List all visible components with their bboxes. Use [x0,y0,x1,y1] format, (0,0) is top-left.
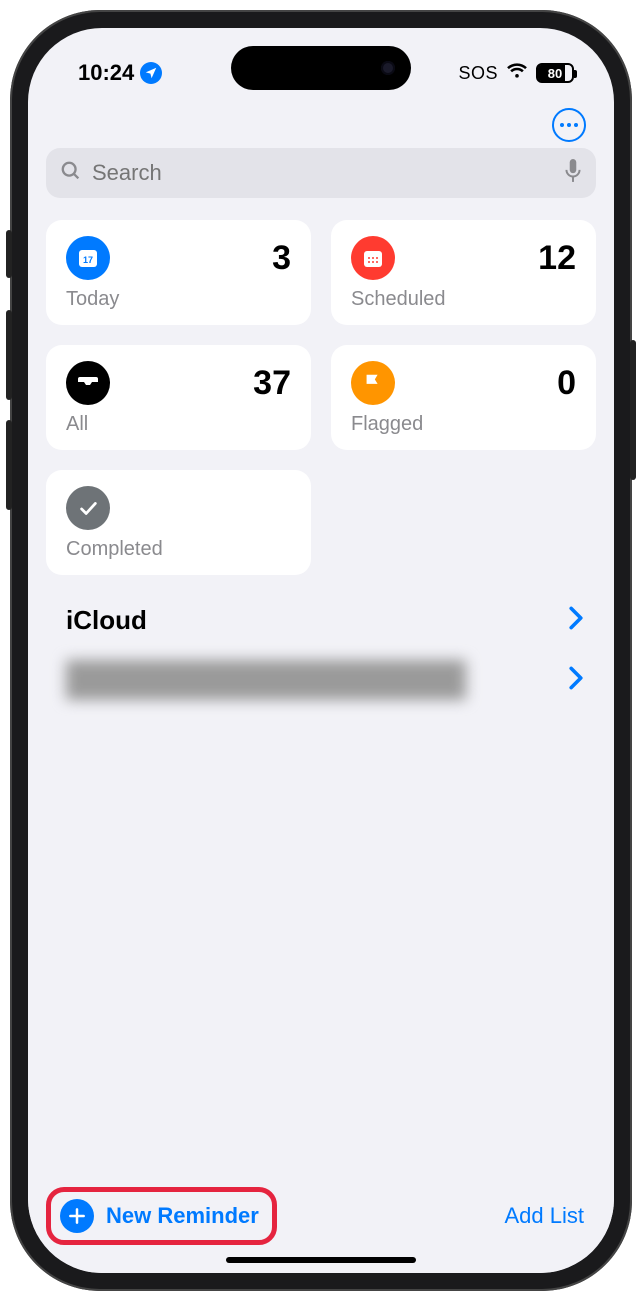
side-button [6,420,12,510]
card-flagged[interactable]: 0 Flagged [331,345,596,450]
dynamic-island [231,46,411,90]
add-list-label: Add List [505,1203,585,1228]
screen: 10:24 SOS 80 [28,28,614,1273]
plus-circle-icon [60,1199,94,1233]
inbox-icon [66,361,110,405]
card-today[interactable]: 17 3 Today [46,220,311,325]
card-scheduled-label: Scheduled [351,288,576,311]
card-all[interactable]: 37 All [46,345,311,450]
status-time: 10:24 [78,60,134,86]
new-reminder-button[interactable]: New Reminder [52,1191,273,1241]
smart-lists-grid: 17 3 Today 12 Scheduled [46,220,596,575]
card-flagged-count: 0 [557,364,576,403]
card-all-label: All [66,413,291,436]
calendar-today-icon: 17 [66,236,110,280]
chevron-right-icon [568,606,584,635]
wifi-icon [506,61,528,85]
card-today-label: Today [66,288,291,311]
add-list-button[interactable]: Add List [505,1203,591,1229]
card-completed[interactable]: Completed [46,470,311,575]
side-button [630,340,636,480]
more-options-button[interactable] [552,108,586,142]
svg-text:17: 17 [83,255,93,265]
checkmark-icon [66,486,110,530]
sos-indicator: SOS [458,63,498,84]
section-account[interactable] [46,652,596,708]
ellipsis-icon [560,123,578,127]
home-indicator[interactable] [226,1257,416,1263]
chevron-right-icon [568,666,584,695]
battery-percent: 80 [538,66,572,81]
redacted-account-label [66,660,466,700]
search-icon [60,160,82,187]
search-input[interactable] [92,160,554,186]
battery-icon: 80 [536,63,574,83]
search-field[interactable] [46,148,596,198]
side-button [6,230,12,278]
calendar-icon [351,236,395,280]
card-scheduled[interactable]: 12 Scheduled [331,220,596,325]
card-all-count: 37 [253,364,291,403]
microphone-icon[interactable] [564,159,582,188]
card-scheduled-count: 12 [538,239,576,278]
card-today-count: 3 [272,239,291,278]
flag-icon [351,361,395,405]
location-icon [140,62,162,84]
new-reminder-label: New Reminder [106,1203,259,1229]
camera-dot [381,61,395,75]
card-completed-label: Completed [66,538,291,561]
card-flagged-label: Flagged [351,413,576,436]
side-button [6,310,12,400]
section-icloud-title: iCloud [66,605,147,636]
section-icloud[interactable]: iCloud [46,587,596,652]
device-frame: 10:24 SOS 80 [10,10,632,1291]
